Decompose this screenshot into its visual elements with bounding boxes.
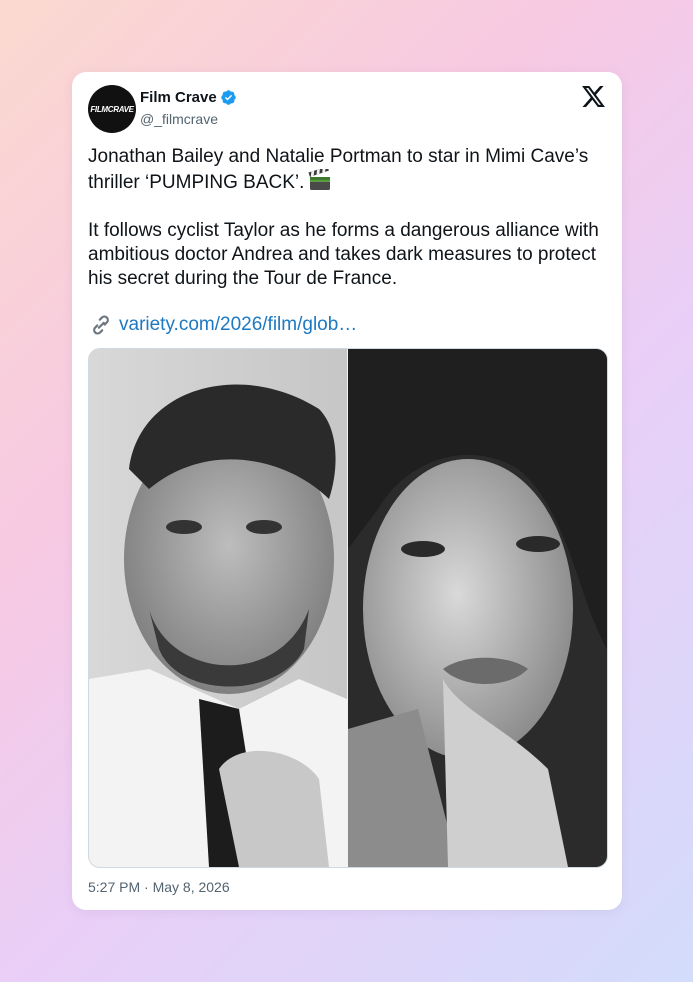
link-preview[interactable]: variety.com/2026/film/glob… [88, 312, 357, 338]
actress-portrait-photo[interactable] [348, 349, 607, 867]
author-name[interactable]: Film Crave [140, 89, 217, 106]
post-media[interactable] [88, 348, 608, 868]
verified-badge-icon [220, 90, 236, 105]
link-icon [93, 315, 109, 335]
author-avatar[interactable]: FILMCRAVE [88, 85, 136, 133]
post-timestamp[interactable]: 5:27 PM · May 8, 2026 [88, 879, 230, 895]
post-paragraph-1: Jonathan Bailey and Natalie Portman to s… [88, 146, 589, 193]
author-name-row: Film Crave [140, 89, 237, 106]
post-text: Jonathan Bailey and Natalie Portman to s… [88, 145, 608, 291]
post-paragraph-2: It follows cyclist Taylor as he forms a … [88, 220, 599, 289]
post-card[interactable]: FILMCRAVE Film Crave @_filmcrave Jonatha… [72, 72, 622, 910]
actor-portrait-photo[interactable] [89, 349, 347, 867]
clapper-board-icon [308, 169, 331, 190]
avatar-logo-text: FILMCRAVE [90, 104, 134, 114]
author-handle[interactable]: @_filmcrave [140, 111, 218, 127]
x-logo-icon[interactable] [582, 86, 605, 107]
link-url[interactable]: variety.com/2026/film/glob… [119, 314, 357, 336]
